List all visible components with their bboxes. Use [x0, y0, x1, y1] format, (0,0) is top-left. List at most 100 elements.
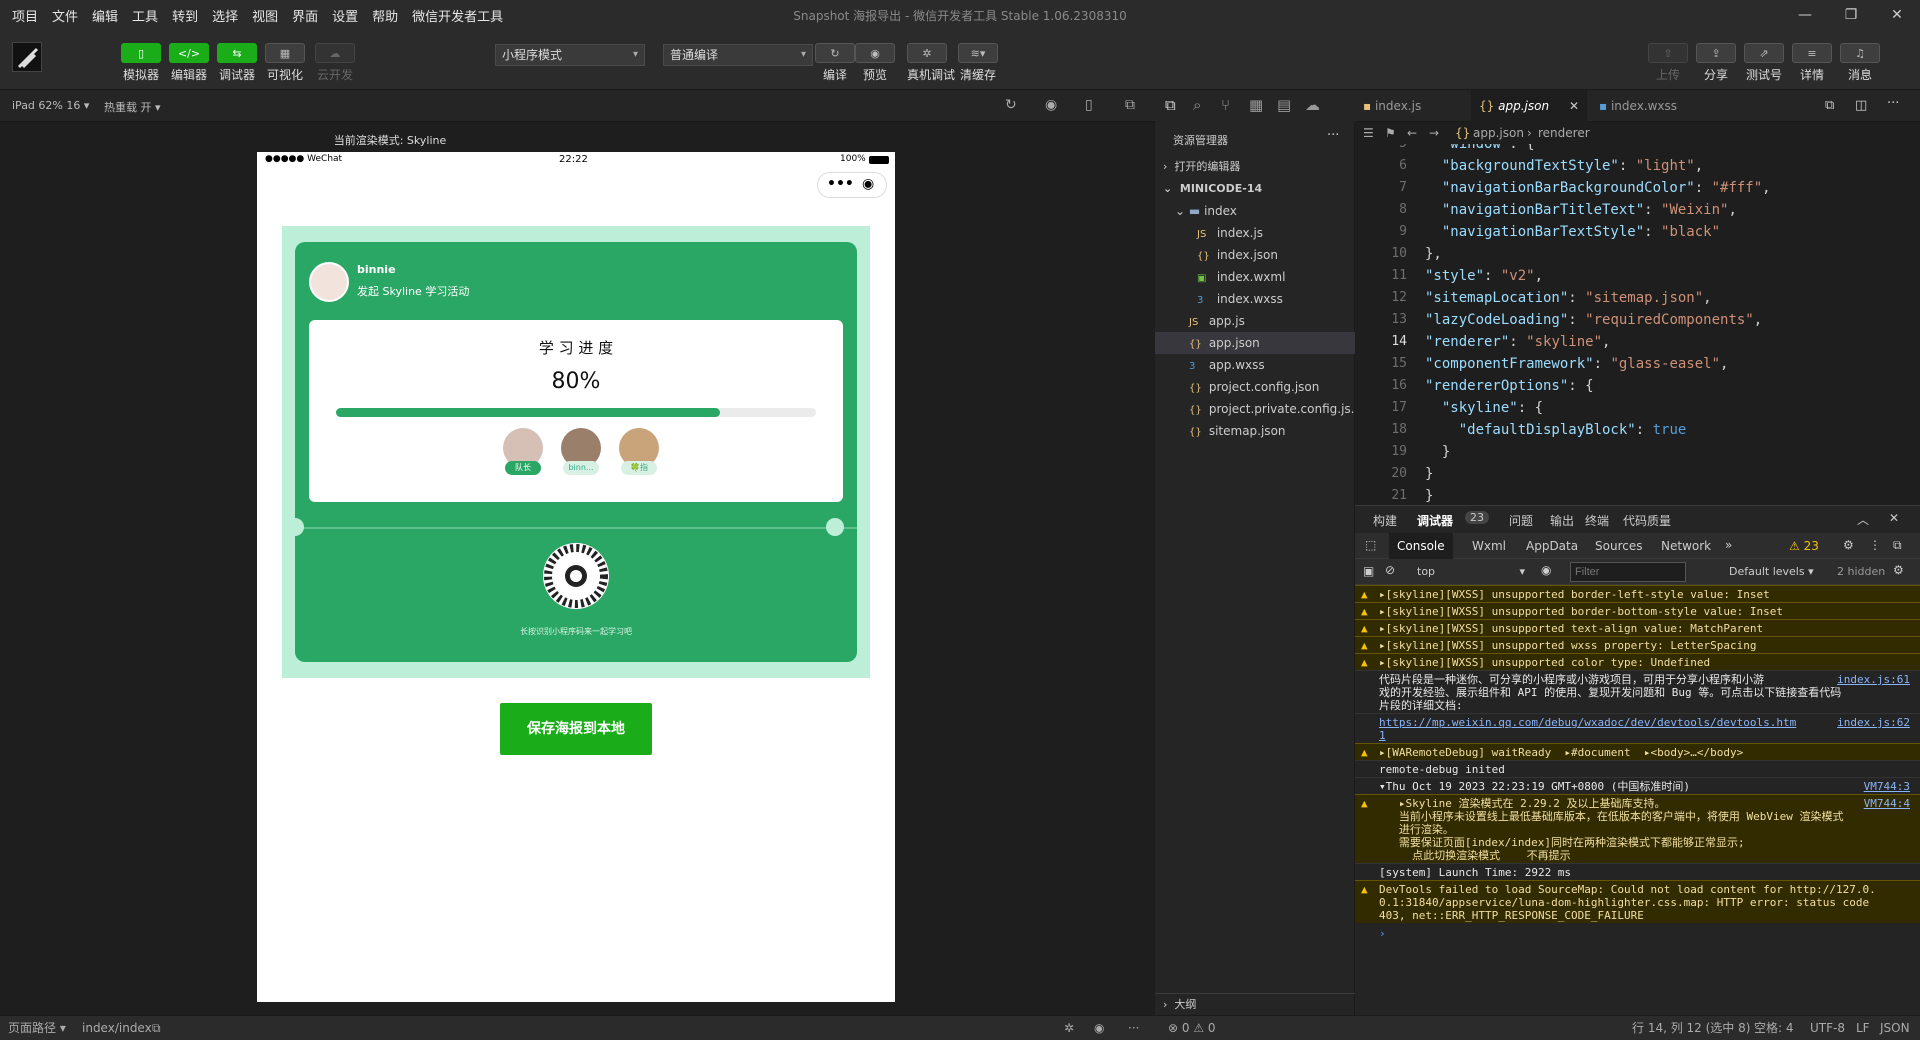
tab-index-js[interactable]: ▪ index.js: [1355, 90, 1467, 122]
breadcrumb-file[interactable]: app.json: [1473, 122, 1524, 144]
phone-rotate-icon[interactable]: ▯: [1085, 97, 1093, 113]
menu-item[interactable]: 文件: [52, 6, 78, 25]
compile-select[interactable]: 普通编译: [663, 44, 813, 66]
sidebar-icon[interactable]: ▣: [1363, 564, 1374, 578]
more-icon[interactable]: ···: [1887, 96, 1899, 111]
visual-button[interactable]: ▦ 可视化: [265, 43, 305, 83]
editor-button[interactable]: </> 编辑器: [169, 43, 209, 83]
console-log-line[interactable]: https://mp.weixin.qq.com/debug/wxadoc/de…: [1355, 713, 1920, 743]
code-editor[interactable]: 5 "window": {6 "backgroundTextStyle": "l…: [1355, 144, 1920, 502]
project-section[interactable]: ⌄ MINICODE-14: [1155, 178, 1355, 200]
menu-item[interactable]: 设置: [332, 6, 358, 25]
more-tabs-icon[interactable]: »: [1725, 538, 1732, 552]
cursor-position[interactable]: 行 14, 列 12 (选中 8): [1632, 1016, 1750, 1040]
tab-sources[interactable]: Sources: [1595, 539, 1642, 553]
eye-icon[interactable]: ◉: [1094, 1016, 1104, 1040]
page-path-select[interactable]: 页面路径 ▾: [8, 1016, 66, 1040]
warning-count[interactable]: ⚠ 23: [1789, 539, 1819, 553]
problems-summary[interactable]: ⊗ 0 ⚠ 0: [1168, 1016, 1216, 1040]
page-path[interactable]: index/index: [82, 1016, 152, 1040]
file-item[interactable]: {} index.json: [1155, 244, 1355, 266]
console-log-line[interactable]: ▲ ▸[skyline][WXSS] unsupported wxss prope…: [1355, 636, 1920, 653]
detach-icon[interactable]: ⧉: [1125, 97, 1135, 113]
test-account-button[interactable]: ⇗ 测试号: [1744, 43, 1784, 83]
preview-button[interactable]: ◉ 预览: [855, 43, 895, 83]
tab-index-wxss[interactable]: ▪ index.wxss: [1591, 90, 1711, 122]
clear-console-icon[interactable]: ⊘: [1385, 563, 1395, 577]
log-source-link[interactable]: VM744:3: [1864, 780, 1910, 793]
stop-icon[interactable]: ◉: [1045, 97, 1057, 113]
console-log-line[interactable]: ▲ ▸[skyline][WXSS] unsupported text-align…: [1355, 619, 1920, 636]
console-log-line[interactable]: [system] Launch Time: 2922 ms: [1355, 863, 1920, 880]
kebab-icon[interactable]: ⋮: [1869, 538, 1881, 552]
log-source-link[interactable]: index.js:61: [1837, 673, 1910, 686]
close-tab-icon[interactable]: ✕: [1569, 90, 1579, 122]
line-ending[interactable]: LF: [1856, 1016, 1870, 1040]
file-item[interactable]: JS app.js: [1155, 310, 1355, 332]
copy-icon[interactable]: ⧉: [152, 1016, 161, 1040]
inspect-icon[interactable]: ⬚: [1365, 538, 1376, 552]
log-source-link[interactable]: index.js:62: [1837, 716, 1910, 729]
menu-item[interactable]: 工具: [132, 6, 158, 25]
git-icon[interactable]: ⑂: [1221, 96, 1230, 114]
share-button[interactable]: ⇪ 分享: [1696, 43, 1736, 83]
close-window-button[interactable]: ✕: [1874, 0, 1920, 30]
menu-item[interactable]: 微信开发者工具: [412, 6, 503, 25]
console-log-line[interactable]: remote-debug inited: [1355, 760, 1920, 777]
menu-item[interactable]: 转到: [172, 6, 198, 25]
reload-icon[interactable]: ↻: [1005, 97, 1017, 113]
console-settings-icon[interactable]: ⚙: [1893, 563, 1904, 577]
file-item[interactable]: {} app.json: [1155, 332, 1355, 354]
menu-item[interactable]: 视图: [252, 6, 278, 25]
encoding[interactable]: UTF-8: [1810, 1016, 1845, 1040]
file-item[interactable]: 3 index.wxss: [1155, 288, 1355, 310]
eye-icon[interactable]: ◉: [1541, 563, 1551, 577]
back-icon[interactable]: ←: [1407, 122, 1417, 144]
file-item[interactable]: 3 app.wxss: [1155, 354, 1355, 376]
tab-code-quality[interactable]: 代码质量: [1623, 512, 1671, 529]
extensions-icon[interactable]: ▦: [1249, 96, 1263, 114]
file-item[interactable]: {} sitemap.json: [1155, 420, 1355, 442]
gear-icon[interactable]: ⚙: [1843, 538, 1854, 552]
messages-button[interactable]: ♫ 消息: [1840, 43, 1880, 83]
open-editors-section[interactable]: › 打开的编辑器: [1155, 156, 1355, 178]
console-log-line[interactable]: ▲ ▸[WARemoteDebug] waitReady ▸#document ▸…: [1355, 743, 1920, 760]
capsule-menu[interactable]: ••• ◉: [817, 172, 887, 198]
tab-problems[interactable]: 问题: [1509, 512, 1533, 529]
device-select[interactable]: iPad 62% 16 ▾: [12, 99, 89, 112]
open-changes-icon[interactable]: ⧉: [1825, 98, 1834, 113]
file-item[interactable]: {} project.private.config.js...: [1155, 398, 1362, 420]
clear-cache-button[interactable]: ≋▾ 清缓存: [958, 43, 998, 83]
hot-reload-toggle[interactable]: 热重载 开 ▾: [104, 99, 161, 115]
save-poster-button[interactable]: 保存海报到本地: [500, 703, 652, 755]
outline-section[interactable]: › 大纲: [1155, 993, 1355, 1015]
cloud-icon[interactable]: ☁: [1305, 96, 1320, 114]
search-icon[interactable]: ⌕: [1193, 96, 1201, 114]
forward-icon[interactable]: →: [1429, 122, 1439, 144]
tab-build[interactable]: 构建: [1373, 512, 1397, 529]
breadcrumb-key[interactable]: renderer: [1538, 122, 1590, 144]
close-circle-icon[interactable]: ◉: [862, 176, 874, 192]
split-editor-icon[interactable]: ◫: [1855, 98, 1867, 113]
more-icon[interactable]: ···: [1128, 1016, 1139, 1040]
console-log-line[interactable]: ▲ ▸[skyline][WXSS] unsupported border-bot…: [1355, 602, 1920, 619]
maximize-button[interactable]: ❐: [1828, 0, 1874, 30]
language-mode[interactable]: JSON: [1880, 1016, 1910, 1040]
simulator-button[interactable]: ▯ 模拟器: [121, 43, 161, 83]
folder-index[interactable]: ⌄ ▬ index: [1155, 200, 1355, 222]
close-panel-icon[interactable]: ✕: [1889, 511, 1899, 525]
console-log-line[interactable]: ▲ ▸Skyline 渲染模式在 2.29.2 及以上基础库支持。 当前小程序未…: [1355, 794, 1920, 863]
mode-select[interactable]: 小程序模式: [495, 44, 645, 66]
files-icon[interactable]: ⧉: [1165, 96, 1176, 114]
cloud-button[interactable]: ☁ 云开发: [315, 43, 355, 83]
console-log-line[interactable]: ▲ DevTools failed to load SourceMap: Coul…: [1355, 880, 1920, 923]
minimize-button[interactable]: —: [1782, 0, 1828, 30]
compile-button[interactable]: ↻ 编译: [815, 43, 855, 83]
console-log-line[interactable]: 代码片段是一种迷你、可分享的小程序或小游戏项目，可用于分享小程序和小游 戏的开发…: [1355, 670, 1920, 713]
console-log-line[interactable]: ▲ ▸[skyline][WXSS] unsupported border-lef…: [1355, 585, 1920, 602]
menu-item[interactable]: 帮助: [372, 6, 398, 25]
details-button[interactable]: ≡ 详情: [1792, 43, 1832, 83]
context-select[interactable]: top ▾: [1411, 562, 1531, 582]
more-icon[interactable]: •••: [827, 176, 854, 192]
console-log-line[interactable]: ▲ ▸[skyline][WXSS] unsupported color type…: [1355, 653, 1920, 670]
